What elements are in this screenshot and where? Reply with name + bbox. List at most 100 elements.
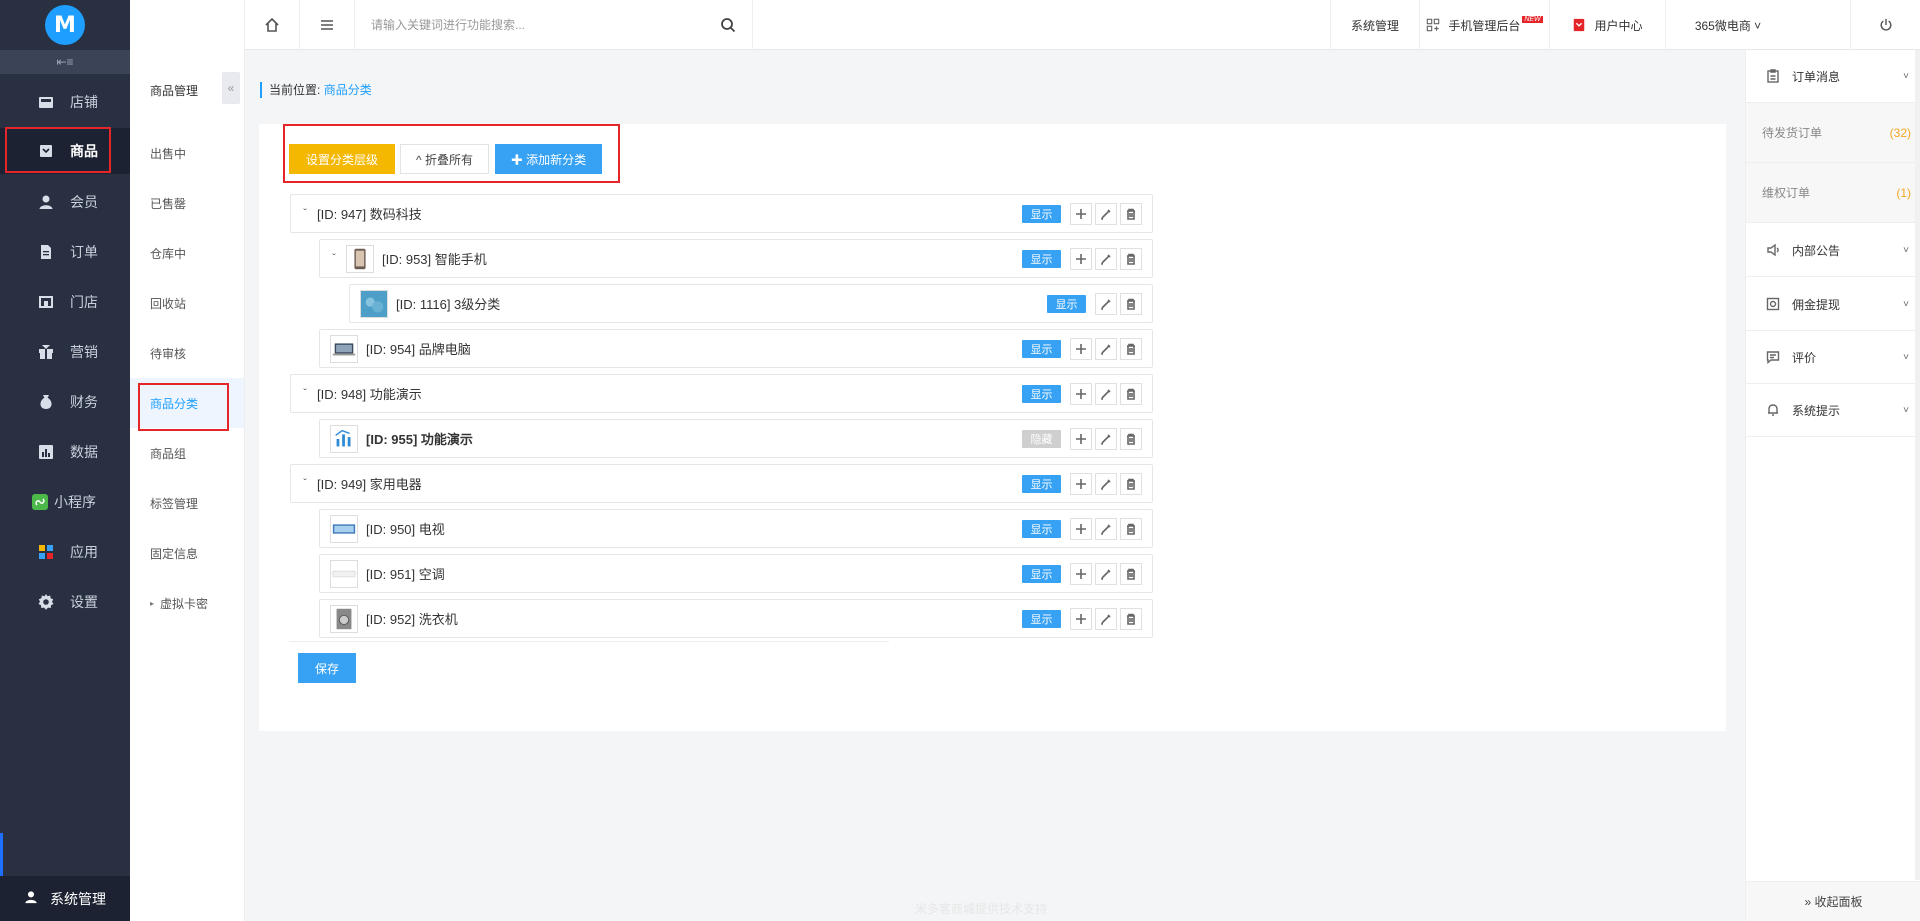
collapse-all-button[interactable]: ^ 折叠所有 — [400, 144, 489, 174]
mobile-admin-link[interactable]: 手机管理后台 NEW — [1419, 0, 1549, 50]
collapse-toggle-icon[interactable]: ˇ — [299, 388, 311, 399]
delete-button[interactable] — [1120, 472, 1142, 495]
edit-button[interactable] — [1095, 472, 1117, 495]
add-child-button[interactable] — [1070, 382, 1092, 405]
sidebar-item-marketing[interactable]: 营销 — [0, 329, 130, 375]
app-logo[interactable]: M — [45, 5, 85, 45]
category-row: [ID: 1116] 3级分类 显示 — [349, 284, 1153, 323]
delete-button[interactable] — [1120, 247, 1142, 270]
collapse-toggle-icon[interactable]: ˇ — [328, 253, 340, 264]
add-child-button[interactable] — [1070, 337, 1092, 360]
status-badge[interactable]: 显示 — [1022, 204, 1061, 223]
sidebar-item-settings[interactable]: 设置 — [0, 579, 130, 625]
edit-button[interactable] — [1095, 337, 1117, 360]
delete-button[interactable] — [1120, 607, 1142, 630]
add-child-button[interactable] — [1070, 202, 1092, 225]
sidebar-item-order[interactable]: 订单 — [0, 229, 130, 275]
sidebar-item-shop[interactable]: 门店 — [0, 279, 130, 325]
status-badge[interactable]: 显示 — [1022, 609, 1061, 628]
submenu-item-virtual-card[interactable]: ▸ 虚拟卡密 — [130, 578, 244, 628]
add-child-button[interactable] — [1070, 562, 1092, 585]
panel-scrollbar[interactable] — [1915, 50, 1920, 880]
panel-section-order-message[interactable]: 订单消息 ˅ — [1746, 50, 1920, 103]
logout-button[interactable] — [1850, 0, 1920, 50]
trash-icon — [1127, 478, 1135, 490]
collapse-panel-button[interactable]: » 收起面板 — [1746, 881, 1920, 921]
submenu-collapse-button[interactable]: « — [222, 72, 240, 104]
edit-button[interactable] — [1095, 382, 1117, 405]
status-badge[interactable]: 显示 — [1022, 564, 1061, 583]
submenu-item-fixed-info[interactable]: 固定信息 — [130, 528, 244, 578]
delete-button[interactable] — [1120, 517, 1142, 540]
submenu-item-pending-review[interactable]: 待审核 — [130, 328, 244, 378]
delete-button[interactable] — [1120, 337, 1142, 360]
sidebar-system-manage[interactable]: 系统管理 — [0, 876, 130, 921]
submenu-item-warehouse[interactable]: 仓库中 — [130, 228, 244, 278]
status-badge[interactable]: 隐藏 — [1022, 429, 1061, 448]
submenu-item-on-sale[interactable]: 出售中 — [130, 128, 244, 178]
submenu-item-recycle-bin[interactable]: 回收站 — [130, 278, 244, 328]
sidebar-item-data[interactable]: 数据 — [0, 429, 130, 475]
set-category-level-button[interactable]: 设置分类层级 — [289, 144, 395, 174]
status-badge[interactable]: 显示 — [1022, 474, 1061, 493]
sidebar-item-member[interactable]: 会员 — [0, 179, 130, 225]
sidebar-collapse-button[interactable]: ⇤≡ — [0, 50, 130, 74]
delete-button[interactable] — [1120, 427, 1142, 450]
collapse-toggle-icon[interactable]: ˇ — [299, 478, 311, 489]
panel-section-review[interactable]: 评价 ˅ — [1746, 331, 1920, 384]
delete-button[interactable] — [1120, 562, 1142, 585]
comment-icon — [1766, 350, 1780, 364]
edit-button[interactable] — [1095, 517, 1117, 540]
status-badge[interactable]: 显示 — [1022, 519, 1061, 538]
panel-section-notice[interactable]: 内部公告 ˅ — [1746, 224, 1920, 277]
plus-icon — [1076, 568, 1086, 579]
edit-button[interactable] — [1095, 202, 1117, 225]
status-badge[interactable]: 显示 — [1022, 339, 1061, 358]
user-center-link[interactable]: 用户中心 — [1549, 0, 1665, 50]
status-badge[interactable]: 显示 — [1022, 384, 1061, 403]
delete-button[interactable] — [1120, 382, 1142, 405]
submenu-item-tag-manage[interactable]: 标签管理 — [130, 478, 244, 528]
sidebar-item-finance[interactable]: 财务 — [0, 379, 130, 425]
submenu-item-sold-out[interactable]: 已售罄 — [130, 178, 244, 228]
new-badge: NEW — [1522, 15, 1543, 23]
add-child-button[interactable] — [1070, 517, 1092, 540]
sidebar-item-goods[interactable]: 商品 — [0, 128, 130, 174]
submenu-item-goods-category[interactable]: 商品分类 — [130, 378, 244, 428]
edit-button[interactable] — [1095, 607, 1117, 630]
search-icon[interactable] — [720, 17, 736, 33]
add-child-button[interactable] — [1070, 427, 1092, 450]
delete-button[interactable] — [1120, 202, 1142, 225]
edit-button[interactable] — [1095, 562, 1117, 585]
edit-button[interactable] — [1095, 427, 1117, 450]
panel-section-commission[interactable]: 佣金提现 ˅ — [1746, 278, 1920, 331]
edit-button[interactable] — [1095, 247, 1117, 270]
add-child-button[interactable] — [1070, 607, 1092, 630]
save-button[interactable]: 保存 — [298, 653, 356, 683]
panel-item-rights-order[interactable]: 维权订单 (1) — [1746, 163, 1920, 223]
menu-toggle-button[interactable] — [300, 0, 355, 50]
panel-item-pending-shipment[interactable]: 待发货订单 (32) — [1746, 103, 1920, 163]
edit-icon — [1101, 298, 1111, 310]
submenu-item-goods-group[interactable]: 商品组 — [130, 428, 244, 478]
edit-button[interactable] — [1095, 292, 1117, 315]
collapse-toggle-icon[interactable]: ˇ — [299, 208, 311, 219]
search-input[interactable] — [371, 15, 711, 35]
add-category-button[interactable]: ✚ 添加新分类 — [495, 144, 602, 174]
panel-section-system-tip[interactable]: 系统提示 ˅ — [1746, 384, 1920, 437]
system-manage-link[interactable]: 系统管理 — [1330, 0, 1419, 50]
add-child-button[interactable] — [1070, 247, 1092, 270]
add-child-button[interactable] — [1070, 472, 1092, 495]
sidebar-item-store[interactable]: 店铺 — [0, 79, 130, 125]
breadcrumb-current[interactable]: 商品分类 — [324, 83, 372, 97]
shop-switcher-dropdown[interactable]: 365微电商 ˅ — [1665, 0, 1790, 50]
home-button[interactable] — [245, 0, 300, 50]
plus-icon — [1076, 208, 1086, 219]
status-badge[interactable]: 显示 — [1047, 294, 1086, 313]
sidebar-item-mini-program[interactable]: 小程序 — [0, 479, 130, 525]
status-badge[interactable]: 显示 — [1022, 249, 1061, 268]
home-icon — [265, 17, 279, 32]
sidebar-item-apps[interactable]: 应用 — [0, 529, 130, 575]
delete-button[interactable] — [1120, 292, 1142, 315]
edit-icon — [1101, 613, 1111, 625]
